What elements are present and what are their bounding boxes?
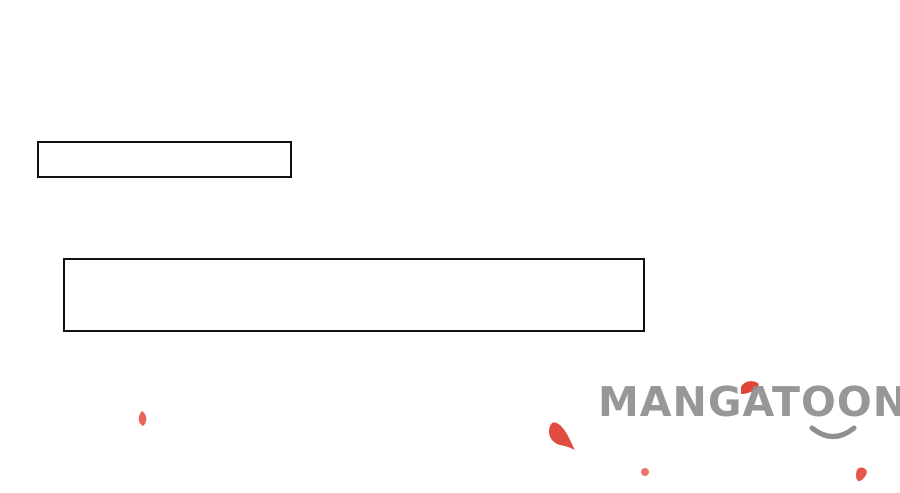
petal-icon (548, 422, 575, 450)
petal-icon (641, 468, 649, 476)
empty-caption-box-large (63, 258, 645, 332)
petal-icon (856, 467, 867, 482)
smile-icon (809, 425, 857, 439)
empty-caption-box-small (37, 141, 292, 178)
watermark-text: MANGATOON (598, 378, 900, 426)
mangatoon-watermark: MANGATOON (598, 378, 900, 443)
petal-icon (138, 411, 147, 426)
comic-page: MANGATOON (0, 0, 900, 493)
